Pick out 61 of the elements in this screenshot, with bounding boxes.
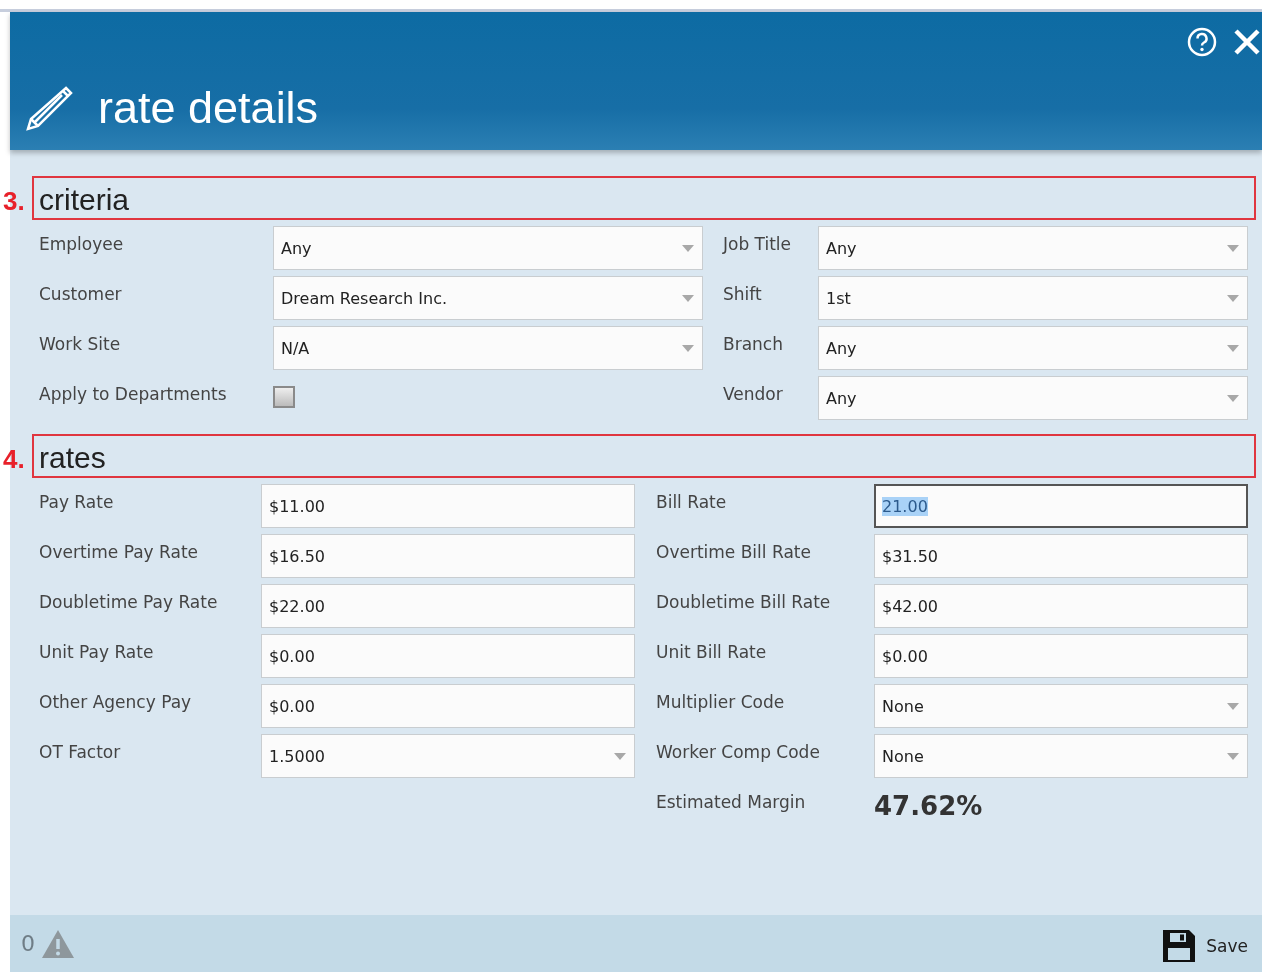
dialog-title: rate details: [98, 82, 319, 134]
field-label: Worker Comp Code: [656, 741, 821, 764]
text-input[interactable]: $11.00: [261, 484, 635, 528]
field-label: Job Title: [723, 233, 793, 256]
field-label: Branch: [723, 333, 784, 356]
dropdown-field[interactable]: 1st: [818, 276, 1248, 320]
text-input[interactable]: $0.00: [261, 634, 635, 678]
save-button[interactable]: Save: [1162, 924, 1248, 963]
dropdown-field[interactable]: Any: [818, 376, 1248, 420]
field-label: Customer: [39, 283, 123, 306]
dropdown-field[interactable]: 1.5000: [261, 734, 635, 778]
checkbox[interactable]: [273, 386, 295, 408]
dropdown-field[interactable]: Any: [818, 326, 1248, 370]
dropdown-field[interactable]: None: [874, 684, 1248, 728]
field-label: Vendor: [723, 383, 784, 406]
text-input[interactable]: $31.50: [874, 534, 1248, 578]
field-label: Employee: [39, 233, 125, 256]
field-label: Overtime Bill Rate: [656, 541, 812, 564]
field-label: Bill Rate: [656, 491, 728, 514]
field-label: Estimated Margin: [656, 791, 807, 814]
field-label: Doubletime Pay Rate: [39, 591, 219, 614]
help-icon[interactable]: [1186, 26, 1218, 58]
text-input[interactable]: $0.00: [874, 634, 1248, 678]
text-input[interactable]: $16.50: [261, 534, 635, 578]
section-title: criteria: [32, 176, 1256, 220]
caret-icon: [614, 752, 626, 760]
warning-count: 0: [21, 931, 35, 956]
text-input[interactable]: $0.00: [261, 684, 635, 728]
dropdown-field[interactable]: Any: [818, 226, 1248, 270]
save-icon: [1162, 928, 1197, 963]
text-input[interactable]: $42.00: [874, 584, 1248, 628]
text-input[interactable]: $22.00: [261, 584, 635, 628]
step-number: 4.: [3, 443, 26, 475]
caret-icon: [1227, 244, 1239, 252]
field-label: Other Agency Pay: [39, 691, 193, 714]
caret-icon: [682, 294, 694, 302]
dropdown-field[interactable]: Any: [273, 226, 703, 270]
field-label: OT Factor: [39, 741, 122, 764]
caret-icon: [1227, 702, 1239, 710]
field-label: Doubletime Bill Rate: [656, 591, 832, 614]
caret-icon: [1227, 752, 1239, 760]
field-label: Pay Rate: [39, 491, 115, 514]
caret-icon: [682, 344, 694, 352]
margin-value: 47.62%: [874, 790, 984, 823]
caret-icon: [1227, 294, 1239, 302]
field-label: Unit Bill Rate: [656, 641, 768, 664]
step-number: 3.: [3, 185, 26, 217]
dropdown-field[interactable]: None: [874, 734, 1248, 778]
caret-icon: [1227, 344, 1239, 352]
section-title: rates: [32, 434, 1256, 478]
field-label: Apply to Departments: [39, 383, 228, 406]
dropdown-field[interactable]: N/A: [273, 326, 703, 370]
field-label: Unit Pay Rate: [39, 641, 155, 664]
field-label: Multiplier Code: [656, 691, 786, 714]
field-label: Work Site: [39, 333, 122, 356]
caret-icon: [682, 244, 694, 252]
text-input[interactable]: 21.00: [874, 484, 1248, 528]
field-label: Shift: [723, 283, 763, 306]
field-label: Overtime Pay Rate: [39, 541, 200, 564]
caret-icon: [1227, 394, 1239, 402]
dropdown-field[interactable]: Dream Research Inc.: [273, 276, 703, 320]
